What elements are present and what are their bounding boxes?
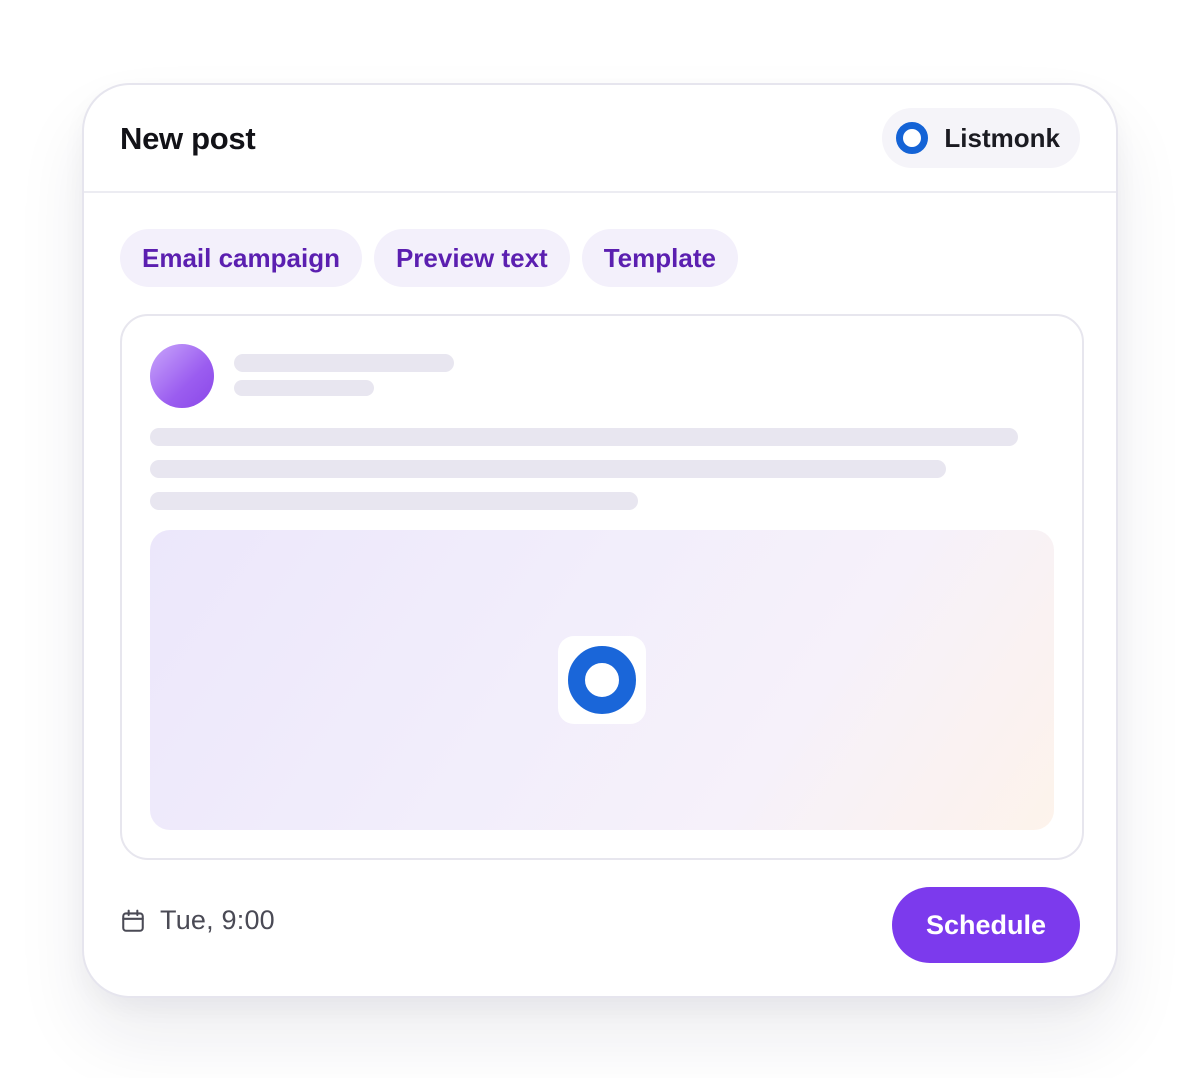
chip-template[interactable]: Template: [581, 229, 738, 287]
skeleton-text-line: [150, 460, 946, 478]
media-logo-tile: [558, 636, 646, 724]
listmonk-ring-icon: [568, 646, 636, 714]
skeleton-text-line: [150, 428, 1018, 446]
chip-preview-text[interactable]: Preview text: [373, 229, 570, 287]
calendar-icon: [122, 909, 144, 932]
card-header: New post Listmonk: [84, 85, 1116, 193]
stage: New post Listmonk Email campaign Preview…: [0, 0, 1200, 1078]
skeleton-handle-line: [234, 380, 374, 396]
chip-email-campaign[interactable]: Email campaign: [120, 229, 362, 287]
page-title: New post: [120, 121, 256, 156]
schedule-time: Tue, 9:00: [160, 905, 275, 935]
skeleton-text-line: [150, 492, 638, 510]
schedule-button[interactable]: Schedule: [892, 887, 1080, 963]
skeleton-name-line: [234, 354, 454, 372]
listmonk-ring-icon: [896, 122, 929, 154]
media-placeholder: [150, 530, 1054, 830]
content-type-chips: Email campaign Preview text Template: [120, 229, 738, 287]
new-post-card: New post Listmonk Email campaign Preview…: [82, 83, 1118, 998]
post-preview: [120, 314, 1084, 860]
account-selector[interactable]: Listmonk: [882, 108, 1080, 168]
avatar: [150, 344, 214, 408]
account-label: Listmonk: [944, 122, 1060, 153]
schedule-info: Tue, 9:00: [120, 905, 275, 936]
